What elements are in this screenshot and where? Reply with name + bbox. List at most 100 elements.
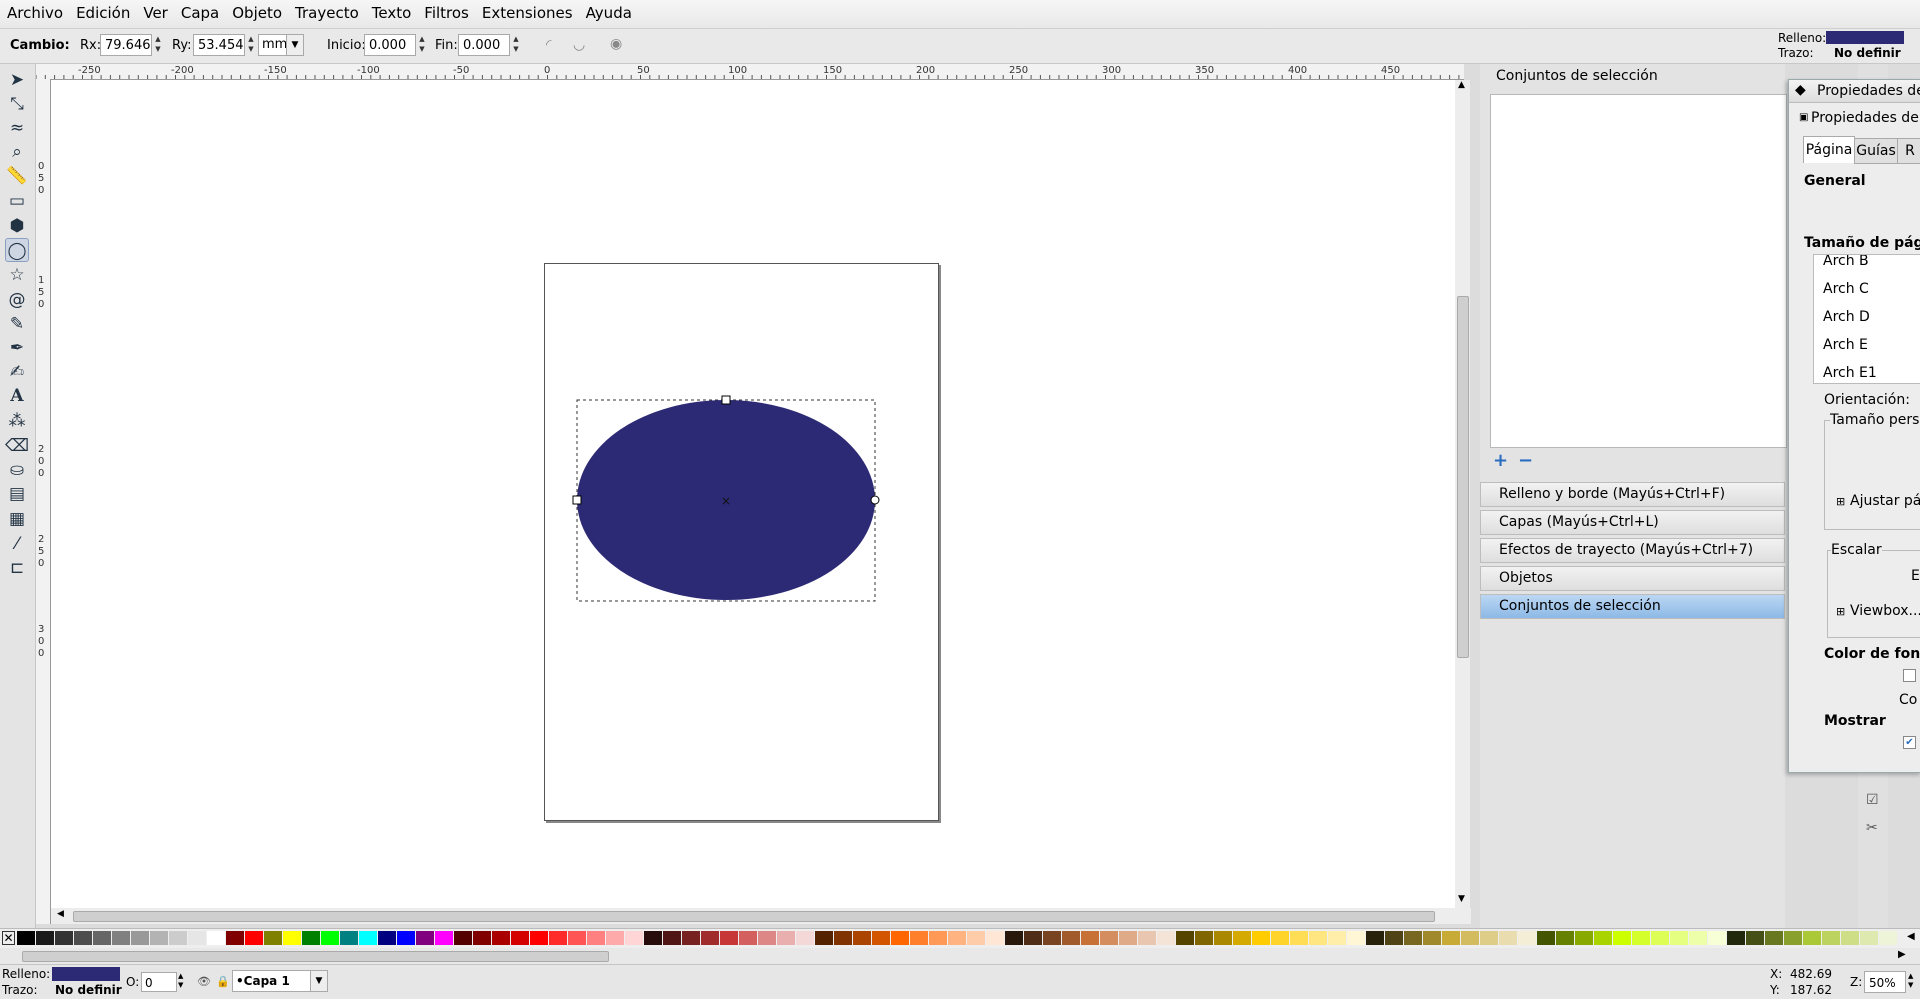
- show-border-checkbox[interactable]: ✔: [1903, 736, 1916, 749]
- palette-swatch[interactable]: [188, 931, 206, 945]
- palette-swatch[interactable]: [1233, 931, 1251, 945]
- menu-ver[interactable]: Ver: [136, 0, 174, 28]
- palette-swatch[interactable]: [587, 931, 605, 945]
- end-spin-arrows[interactable]: ▲ ▼: [511, 34, 521, 56]
- palette-swatch[interactable]: [1271, 931, 1289, 945]
- palette-swatch[interactable]: [1005, 931, 1023, 945]
- palette-swatch[interactable]: [1252, 931, 1270, 945]
- list-item[interactable]: Arch E: [1814, 331, 1920, 359]
- panel-fill-stroke[interactable]: Relleno y borde (Mayús+Ctrl+F): [1480, 482, 1785, 507]
- ry-spin-arrows[interactable]: ▲ ▼: [246, 34, 256, 56]
- palette-swatch[interactable]: [1613, 931, 1631, 945]
- palette-swatch[interactable]: [1480, 931, 1498, 945]
- panel-layers[interactable]: Capas (Mayús+Ctrl+L): [1480, 510, 1785, 535]
- palette-swatch[interactable]: [264, 931, 282, 945]
- ellipse-tool-icon[interactable]: ◯: [5, 238, 29, 262]
- menu-ayuda[interactable]: Ayuda: [579, 0, 638, 28]
- palette-swatch[interactable]: [321, 931, 339, 945]
- palette-swatch[interactable]: [758, 931, 776, 945]
- palette-swatch[interactable]: [1366, 931, 1384, 945]
- vertical-ruler[interactable]: 0 5 0 1 5 0 2 0 0 2 5 0 3 0 0: [36, 79, 51, 924]
- palette-swatch[interactable]: [17, 931, 35, 945]
- palette-scroll-right-icon[interactable]: ▶: [1898, 949, 1906, 960]
- star-tool-icon[interactable]: ☆: [5, 263, 29, 287]
- palette-swatch[interactable]: [1575, 931, 1593, 945]
- zoom-input[interactable]: 50%: [1864, 971, 1906, 993]
- palette-swatch[interactable]: [1670, 931, 1688, 945]
- palette-swatch[interactable]: [625, 931, 643, 945]
- unit-select[interactable]: mm ▼: [258, 34, 304, 56]
- no-paint-swatch[interactable]: ✕: [2, 931, 15, 945]
- calligraphy-tool-icon[interactable]: ✍: [5, 360, 29, 384]
- palette-swatch[interactable]: [1176, 931, 1194, 945]
- opacity-input[interactable]: 0: [141, 972, 177, 992]
- dropper-tool-icon[interactable]: ⁄: [5, 532, 29, 556]
- palette-swatch[interactable]: [1765, 931, 1783, 945]
- palette-swatch[interactable]: [1499, 931, 1517, 945]
- palette-swatch[interactable]: [1214, 931, 1232, 945]
- lock-icon[interactable]: 🔒: [216, 975, 230, 988]
- palette-swatch[interactable]: [682, 931, 700, 945]
- palette-swatch[interactable]: [1043, 931, 1061, 945]
- palette-swatch[interactable]: [549, 931, 567, 945]
- palette-swatch[interactable]: [74, 931, 92, 945]
- viewbox-label[interactable]: Viewbox...: [1850, 603, 1920, 619]
- text-tool-icon[interactable]: A: [5, 384, 29, 408]
- palette-swatch[interactable]: [1708, 931, 1726, 945]
- eye-icon[interactable]: 👁: [197, 975, 211, 988]
- vscroll-thumb[interactable]: [1457, 296, 1469, 658]
- palette-scrollbar[interactable]: ▶: [0, 948, 1920, 964]
- palette-swatch[interactable]: [701, 931, 719, 945]
- palette-swatch[interactable]: [1119, 931, 1137, 945]
- menu-filtros[interactable]: Filtros: [417, 0, 475, 28]
- palette-swatch[interactable]: [1537, 931, 1555, 945]
- palette-swatch[interactable]: [872, 931, 890, 945]
- selector-tool-icon[interactable]: ➤: [5, 68, 29, 92]
- palette-swatch[interactable]: [1328, 931, 1346, 945]
- palette-swatch[interactable]: [891, 931, 909, 945]
- palette-swatch[interactable]: [853, 931, 871, 945]
- tab-more[interactable]: R: [1897, 138, 1920, 164]
- rx-handle[interactable]: [572, 495, 582, 505]
- palette-swatch[interactable]: [1822, 931, 1840, 945]
- fit-page-label[interactable]: Ajustar pág: [1850, 493, 1920, 509]
- gradient-tool-icon[interactable]: ▤: [5, 482, 29, 506]
- pencil-tool-icon[interactable]: ✎: [5, 312, 29, 336]
- panel-selection-sets[interactable]: Conjuntos de selección: [1480, 594, 1785, 619]
- palette-scroll-thumb[interactable]: [22, 951, 609, 962]
- tab-guias[interactable]: Guías: [1854, 138, 1898, 164]
- pen-tool-icon[interactable]: ✒: [5, 336, 29, 360]
- palette-swatch[interactable]: [55, 931, 73, 945]
- status-stroke-value[interactable]: No definir: [55, 983, 122, 997]
- hscroll-thumb[interactable]: [73, 911, 1435, 922]
- list-item[interactable]: Arch E1: [1814, 359, 1920, 383]
- palette-swatch[interactable]: [1784, 931, 1802, 945]
- menu-objeto[interactable]: Objeto: [225, 0, 288, 28]
- tweak-tool-icon[interactable]: ≈: [5, 116, 29, 140]
- palette-swatch[interactable]: [1632, 931, 1650, 945]
- page-size-list[interactable]: Arch B Arch C Arch D Arch E Arch E1: [1813, 254, 1920, 384]
- ry-handle[interactable]: [721, 395, 731, 405]
- status-fill-swatch[interactable]: [52, 967, 120, 981]
- panel-objects[interactable]: Objetos: [1480, 566, 1785, 591]
- palette-swatch[interactable]: [511, 931, 529, 945]
- menu-capa[interactable]: Capa: [174, 0, 225, 28]
- palette-swatch[interactable]: [1024, 931, 1042, 945]
- palette-swatch[interactable]: [1556, 931, 1574, 945]
- palette-swatch[interactable]: [910, 931, 928, 945]
- palette-swatch[interactable]: [948, 931, 966, 945]
- selection-sets-list[interactable]: [1490, 94, 1787, 448]
- start-input[interactable]: 0.000: [364, 34, 416, 56]
- tools-icon[interactable]: ✂: [1866, 820, 1878, 836]
- whole-ellipse-icon[interactable]: ◉: [610, 36, 622, 52]
- palette-swatch[interactable]: [739, 931, 757, 945]
- palette-swatch[interactable]: [1195, 931, 1213, 945]
- palette-swatch[interactable]: [1461, 931, 1479, 945]
- palette-swatch[interactable]: [1062, 931, 1080, 945]
- node-tool-icon[interactable]: ⤡: [5, 92, 29, 116]
- palette-swatch[interactable]: [1100, 931, 1118, 945]
- palette-swatch[interactable]: [1157, 931, 1175, 945]
- palette-swatch[interactable]: [530, 931, 548, 945]
- palette-swatch[interactable]: [340, 931, 358, 945]
- palette-swatch[interactable]: [796, 931, 814, 945]
